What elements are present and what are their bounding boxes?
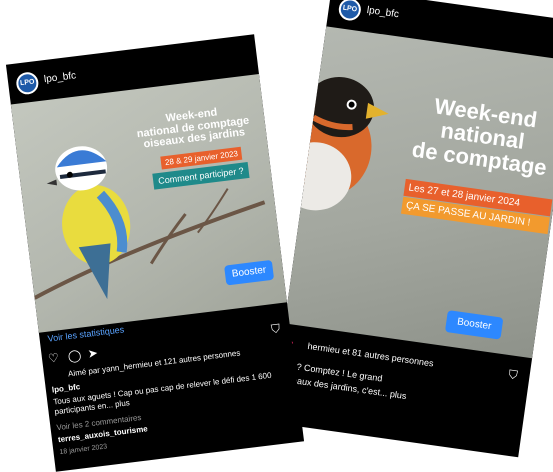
caption-text[interactable]: Tous aux aguets ! Cap ou pas cap de rele… [53, 369, 290, 418]
post-card-2023: LPO lpo_bfc Week-end national de comptag… [5, 34, 305, 472]
save-icon[interactable]: ⛉ [508, 367, 519, 383]
likes-text[interactable]: hermieu et 81 autres personnes [307, 341, 434, 369]
caption-account[interactable]: lpo_bfc [51, 382, 80, 394]
like-heart-icon[interactable]: ♡ [47, 351, 59, 366]
account-avatar[interactable]: LPO [337, 0, 363, 22]
account-avatar[interactable]: LPO [15, 71, 40, 96]
share-send-icon[interactable]: ➤ [87, 346, 99, 361]
post-date: 18 janvier 2023 [59, 443, 108, 457]
comment-icon[interactable]: ◯ [67, 348, 82, 364]
post-card-2024: LPO lpo_bfc ⋮ Week-end national de compt… [270, 0, 553, 458]
post-image: Week-end national de comptage oiseaux de… [10, 73, 287, 333]
save-icon[interactable]: ⛉ [270, 321, 281, 337]
post-image: Week-end national de comptage Les 27 et … [284, 26, 553, 359]
account-name[interactable]: lpo_bfc [366, 5, 399, 20]
account-name[interactable]: lpo_bfc [43, 70, 76, 85]
